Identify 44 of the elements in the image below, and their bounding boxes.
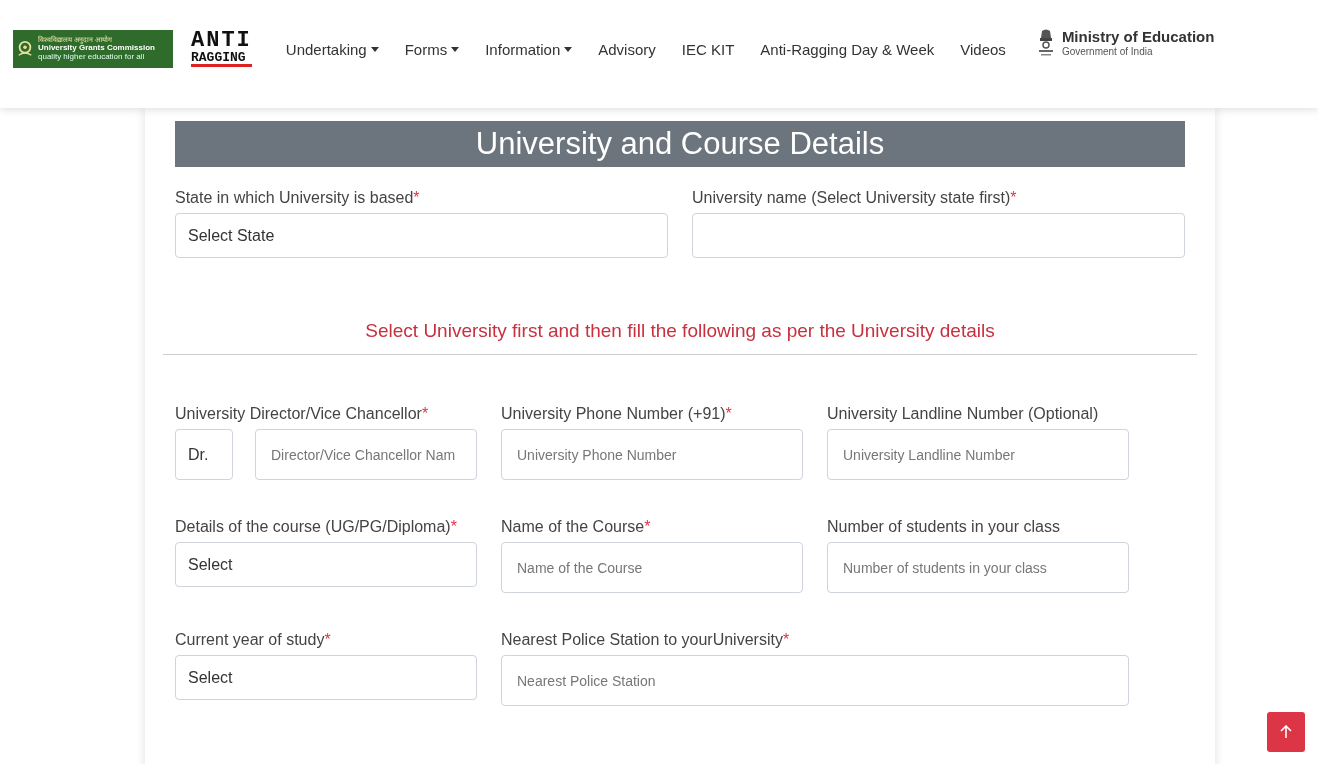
select-field[interactable]: Select: [175, 655, 477, 700]
logo-name: University Grants Commission: [38, 44, 155, 53]
field-label: University Landline Number (Optional): [827, 405, 1100, 423]
field-label: Number of students in your class: [827, 518, 1061, 536]
scroll-to-top-button[interactable]: [1267, 712, 1305, 752]
field-label: University name (Select University state first)*: [692, 189, 1018, 207]
input-field[interactable]: [692, 213, 1185, 258]
caret-icon: [564, 46, 573, 52]
select-field[interactable]: Select State: [175, 213, 668, 258]
input-field[interactable]: University Landline Number: [827, 429, 1129, 480]
logo-subtitle: Government of India: [1061, 45, 1154, 57]
field-label: Details of the course (UG/PG/Diploma)*: [175, 518, 458, 536]
input-field[interactable]: University Phone Number: [501, 429, 803, 480]
logo-text: RAGGING: [191, 51, 247, 65]
input-field[interactable]: Director/Vice Chancellor Nam: [255, 429, 477, 480]
nav-link[interactable]: Videos: [960, 40, 1006, 58]
field-label: University Director/Vice Chancellor*: [175, 405, 430, 423]
field-label: State in which University is based*: [175, 189, 421, 207]
emblem-icon: [16, 40, 34, 58]
nav-link[interactable]: Advisory: [598, 40, 656, 58]
logo-name: Ministry of Education: [1061, 29, 1215, 46]
select-field[interactable]: Select: [175, 542, 477, 587]
anti-ragging-logo[interactable]: ANTI RAGGING: [191, 30, 252, 68]
nav-link[interactable]: Information: [485, 40, 573, 58]
nav-link[interactable]: Forms: [404, 40, 460, 58]
arrow-up-icon: [1280, 725, 1292, 739]
nav-link[interactable]: Anti-Ragging Day & Week: [760, 40, 935, 58]
nav-link[interactable]: Undertaking: [285, 40, 379, 58]
caret-icon: [370, 46, 379, 52]
field-label: University Phone Number (+91)*: [501, 405, 733, 423]
input-field[interactable]: Name of the Course: [501, 542, 803, 593]
field-label: Name of the Course*: [501, 518, 652, 536]
instruction-text: Select University first and then fill the following as per the University details: [364, 320, 996, 342]
section-title: University and Course Details: [175, 121, 1185, 167]
logo-tagline: quality higher education for all: [38, 52, 146, 62]
caret-icon: [451, 46, 460, 52]
title-select[interactable]: Dr.: [175, 429, 233, 480]
logo-text: ANTI: [191, 30, 252, 52]
nav-link[interactable]: IEC KIT: [681, 40, 735, 58]
field-label: Current year of study*: [175, 631, 332, 649]
input-field[interactable]: Number of students in your class: [827, 542, 1129, 593]
field-label: Nearest Police Station to yourUniversity*: [501, 631, 791, 649]
input-field[interactable]: Nearest Police Station: [501, 655, 1129, 706]
ministry-logo[interactable]: Ministry of Education Government of India: [1035, 29, 1215, 57]
